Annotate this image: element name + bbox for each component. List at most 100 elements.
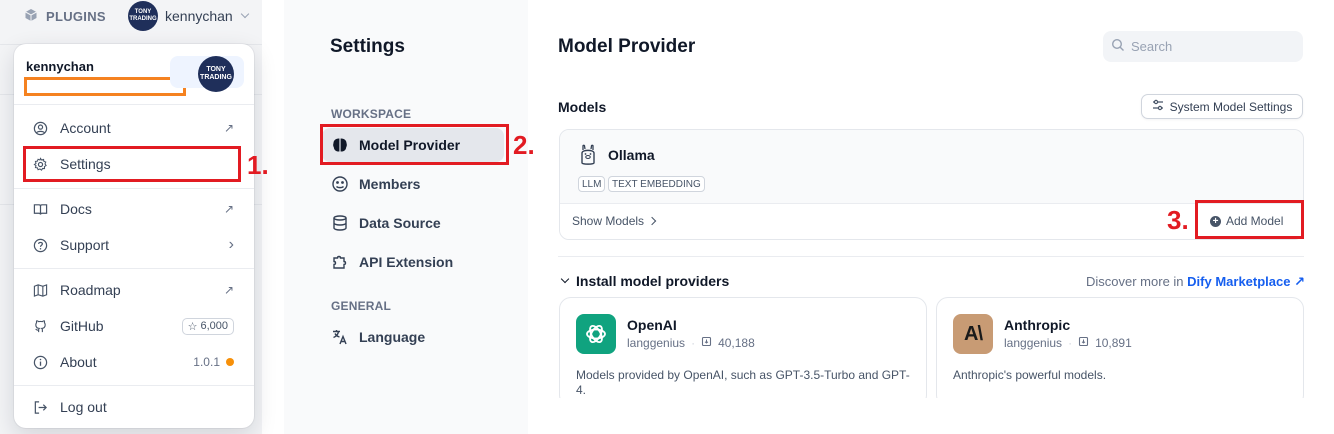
avatar: TONY TRADING	[198, 56, 234, 92]
info-icon	[32, 354, 48, 370]
provider-card-ollama: Ollama LLM TEXT EMBEDDING Show Models + A…	[559, 129, 1304, 240]
provider-card-openai[interactable]: OpenAI langgenius · 40,188 Models provid…	[559, 297, 927, 407]
divider	[558, 256, 1304, 257]
install-count: 10,891	[1095, 336, 1132, 350]
star-icon: ☆	[187, 320, 198, 333]
models-section-label: Models	[558, 99, 607, 115]
step-label-1: 1.	[247, 150, 269, 180]
backdrop-strip	[262, 0, 284, 434]
dropdown-user-name: kennychan	[26, 59, 94, 74]
install-count-icon	[701, 336, 712, 350]
chevron-down-icon	[560, 274, 570, 284]
nav-item-members[interactable]: Members	[322, 167, 504, 201]
nav-item-data-source[interactable]: Data Source	[322, 206, 504, 240]
highlight-box-model-provider	[320, 124, 509, 165]
members-icon	[331, 175, 349, 193]
nav-item-label: Language	[359, 329, 426, 345]
menu-item-about[interactable]: About 1.0.1	[22, 346, 246, 378]
plugins-nav[interactable]: PLUGINS	[24, 8, 106, 25]
system-model-settings-button[interactable]: System Model Settings	[1141, 94, 1303, 119]
install-providers-toggle[interactable]: Install model providers	[560, 273, 730, 289]
divider	[14, 385, 254, 386]
install-count-icon	[1078, 336, 1089, 350]
chevron-right-icon	[647, 216, 657, 226]
book-icon	[32, 201, 48, 217]
github-icon	[32, 318, 48, 334]
provider-description: Anthropic's powerful models.	[953, 368, 1107, 382]
marketplace-link[interactable]: Dify Marketplace ↗	[1187, 274, 1305, 289]
general-section-label: GENERAL	[331, 299, 392, 313]
step-label-3: 3.	[1167, 205, 1189, 235]
meta-separator: ·	[1068, 336, 1073, 350]
search-input[interactable]	[1131, 39, 1291, 54]
menu-item-logout[interactable]: Log out	[22, 391, 246, 423]
chevron-down-icon	[240, 9, 249, 19]
search-icon	[1111, 38, 1125, 55]
divider	[14, 188, 254, 189]
nav-item-label: Members	[359, 176, 421, 192]
provider-name: Anthropic	[1004, 317, 1071, 333]
menu-item-label: Support	[60, 237, 110, 253]
ollama-icon	[578, 144, 598, 166]
provider-name: Ollama	[608, 147, 655, 163]
dropdown-header: kennychan TONY TRADING	[14, 44, 254, 100]
nav-item-label: API Extension	[359, 254, 454, 270]
highlight-box-settings	[23, 146, 241, 182]
system-model-settings-label: System Model Settings	[1169, 99, 1293, 114]
external-link-icon: ↗	[223, 202, 234, 216]
meta-separator: ·	[691, 336, 696, 350]
top-bar: PLUGINS TONY TRADING kennychan	[0, 0, 262, 34]
discover-prefix: Discover more in	[1086, 274, 1184, 289]
nav-item-label: Data Source	[359, 215, 441, 231]
workspace-section-label: WORKSPACE	[331, 107, 412, 121]
menu-item-label: Log out	[60, 399, 107, 415]
email-redaction-box	[24, 77, 186, 96]
divider	[14, 268, 254, 269]
translate-icon	[331, 328, 349, 346]
menu-item-account[interactable]: Account ↗	[22, 112, 246, 144]
menu-item-docs[interactable]: Docs ↗	[22, 193, 246, 225]
logout-icon	[32, 399, 48, 415]
provider-meta: langgenius · 10,891	[1004, 336, 1132, 350]
highlight-box-add-model	[1195, 200, 1304, 239]
openai-logo-icon	[576, 314, 616, 354]
menu-item-label: GitHub	[60, 318, 104, 334]
external-link-icon: ↗	[223, 283, 234, 297]
discover-marketplace: Discover more in Dify Marketplace ↗	[1086, 274, 1305, 290]
user-circle-icon	[32, 120, 48, 136]
star-count: 6,000	[200, 320, 228, 332]
settings-title: Settings	[330, 36, 405, 57]
puzzle-icon	[331, 253, 349, 271]
show-models-button[interactable]: Show Models	[572, 214, 657, 228]
database-icon	[331, 214, 349, 232]
star-badge: ☆ 6,000	[181, 317, 234, 335]
provider-card-anthropic[interactable]: A\ Anthropic langgenius · 10,891 Anthrop…	[936, 297, 1304, 407]
menu-item-github[interactable]: GitHub ☆ 6,000	[22, 310, 246, 342]
viewport-bottom-edge	[540, 398, 1334, 434]
menu-item-roadmap[interactable]: Roadmap ↗	[22, 274, 246, 306]
menu-item-support[interactable]: Support ›	[22, 229, 246, 261]
provider-card-footer: Show Models + Add Model	[560, 203, 1303, 239]
help-circle-icon	[32, 237, 48, 253]
provider-card-header: Ollama LLM TEXT EMBEDDING	[560, 130, 1303, 203]
show-models-label: Show Models	[572, 214, 645, 228]
plugins-label: PLUGINS	[46, 9, 106, 24]
menu-item-label: About	[60, 354, 97, 370]
menu-item-label: Account	[60, 120, 111, 136]
anthropic-logo-icon: A\	[953, 314, 993, 354]
install-count: 40,188	[718, 336, 755, 350]
provider-meta: langgenius · 40,188	[627, 336, 755, 350]
map-icon	[32, 282, 48, 298]
page-title: Model Provider	[558, 36, 696, 57]
install-providers-label: Install model providers	[576, 273, 730, 289]
provider-author: langgenius	[627, 336, 686, 350]
version-info: 1.0.1	[193, 346, 234, 378]
search-box[interactable]	[1103, 31, 1303, 62]
user-menu-trigger[interactable]: TONY TRADING kennychan	[124, 0, 254, 32]
provider-author: langgenius	[1004, 336, 1063, 350]
external-link-icon: ↗	[223, 121, 234, 135]
nav-item-language[interactable]: Language	[322, 320, 504, 354]
user-dropdown: kennychan TONY TRADING Account ↗ Settings…	[14, 44, 254, 428]
nav-item-api-extension[interactable]: API Extension	[322, 245, 504, 279]
divider	[14, 104, 254, 105]
